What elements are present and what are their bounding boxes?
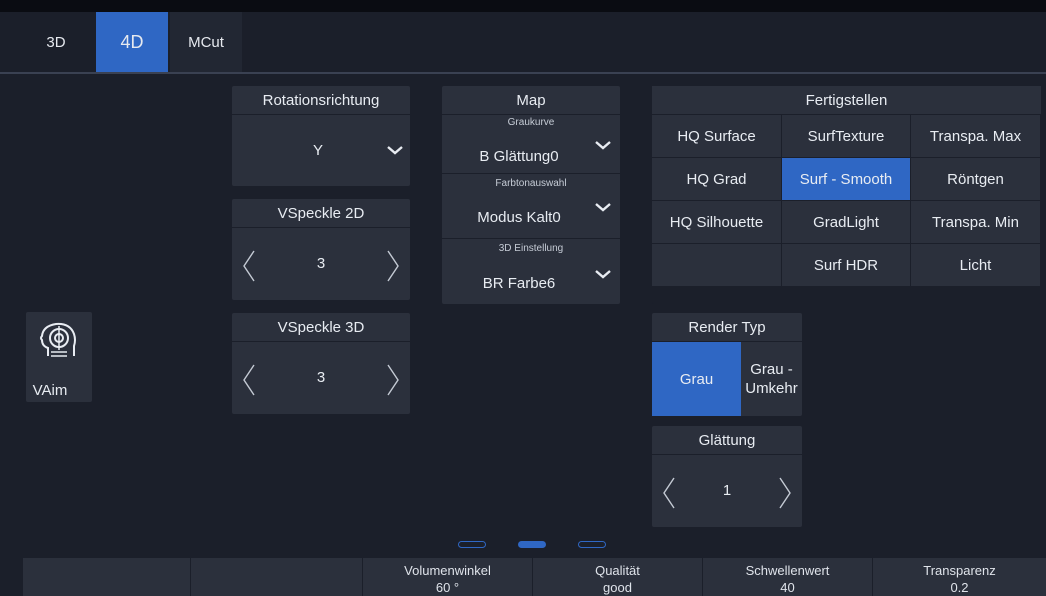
glaettung-value: 1: [722, 482, 732, 499]
render-option-grau[interactable]: Grau: [652, 342, 741, 416]
rotation-title: Rotationsrichtung: [232, 86, 410, 115]
footer-value: good: [603, 580, 632, 595]
footer-value: 40: [780, 580, 795, 595]
vspeckle2d-title: VSpeckle 2D: [232, 199, 410, 228]
footer-label: Volumenwinkel: [404, 563, 491, 578]
fertigstellen-option[interactable]: GradLight: [782, 201, 910, 243]
tab-3d[interactable]: 3D: [20, 12, 92, 72]
vspeckle3d-value: 3: [316, 369, 326, 386]
fertigstellen-option[interactable]: Transpa. Min: [911, 201, 1040, 243]
chevron-right-icon[interactable]: [386, 363, 400, 397]
fertigstellen-option[interactable]: SurfTexture: [782, 115, 910, 157]
farbton-dropdown[interactable]: Farbtonauswahl Modus Kalt0: [442, 175, 620, 239]
map-title: Map: [442, 86, 620, 115]
footer-label: Qualität: [595, 563, 640, 578]
page-dot-2[interactable]: [518, 541, 546, 548]
vaim-head-icon: [40, 322, 76, 357]
chevron-down-icon: [595, 270, 611, 279]
einstellung-value: BR Farbe6: [482, 274, 556, 292]
farbton-label: Farbtonauswahl: [495, 178, 567, 189]
glaettung-title: Glättung: [652, 426, 802, 455]
tab-4d[interactable]: 4D: [96, 12, 168, 72]
chevron-down-icon[interactable]: [386, 144, 404, 156]
render-option-grau-umkehr[interactable]: Grau - Umkehr: [741, 342, 802, 416]
graukurve-label: Graukurve: [507, 117, 555, 128]
vspeckle2d-panel: VSpeckle 2D 3: [232, 199, 410, 300]
graukurve-dropdown[interactable]: Graukurve B Glättung0: [442, 114, 620, 174]
footer-value: 0.2: [950, 580, 969, 595]
fertigstellen-option[interactable]: Surf - Smooth: [782, 158, 910, 200]
chevron-left-icon[interactable]: [242, 249, 256, 283]
chevron-down-icon: [595, 141, 611, 150]
rotation-dropdown[interactable]: Y: [232, 114, 410, 186]
fertigstellen-option[interactable]: Surf HDR: [782, 244, 910, 286]
fertigstellen-option[interactable]: Transpa. Max: [911, 115, 1040, 157]
einstellung-dropdown[interactable]: 3D Einstellung BR Farbe6: [442, 240, 620, 304]
footer-cell[interactable]: Schwellenwert 40: [702, 558, 872, 596]
vspeckle3d-panel: VSpeckle 3D 3: [232, 313, 410, 414]
chevron-right-icon[interactable]: [386, 249, 400, 283]
fertigstellen-option[interactable]: HQ Silhouette: [652, 201, 781, 243]
fertigstellen-option[interactable]: HQ Grad: [652, 158, 781, 200]
rotation-panel: Rotationsrichtung Y: [232, 86, 410, 186]
chevron-down-icon: [595, 203, 611, 212]
page-dot-3[interactable]: [578, 541, 606, 548]
vaim-button[interactable]: VAim: [26, 312, 92, 402]
tab-mcut[interactable]: MCut: [170, 12, 242, 72]
map-panel: Map Graukurve B Glättung0 Farbtonauswahl…: [442, 86, 620, 304]
einstellung-label: 3D Einstellung: [498, 243, 564, 254]
fertigstellen-title: Fertigstellen: [652, 86, 1041, 114]
farbton-value: Modus Kalt0: [477, 208, 561, 226]
fertigstellen-panel: Fertigstellen HQ Surface SurfTexture Trans…: [652, 86, 1041, 304]
footer-label: Transparenz: [923, 563, 996, 578]
fertigstellen-option[interactable]: [652, 244, 781, 286]
glaettung-panel: Glättung 1: [652, 426, 802, 527]
chevron-left-icon[interactable]: [662, 476, 676, 510]
render-typ-title: Render Typ: [652, 313, 802, 342]
footer-cell[interactable]: Transparenz 0.2: [872, 558, 1046, 596]
chevron-left-icon[interactable]: [242, 363, 256, 397]
rotation-value: Y: [312, 141, 323, 159]
fertigstellen-option[interactable]: Röntgen: [911, 158, 1040, 200]
footer-label: Schwellenwert: [745, 563, 830, 578]
render-typ-panel: Render Typ Grau Grau - Umkehr: [652, 313, 802, 416]
footer-cell[interactable]: Qualität good: [532, 558, 702, 596]
footer-value: 60 °: [435, 580, 460, 595]
page-dot-1[interactable]: [458, 541, 486, 548]
footer-cell[interactable]: Volumenwinkel 60 °: [362, 558, 532, 596]
fertigstellen-option[interactable]: Licht: [911, 244, 1040, 286]
top-strip: [0, 0, 1046, 12]
footer-cell[interactable]: [22, 558, 190, 596]
graukurve-value: B Glättung0: [479, 147, 559, 165]
vaim-label: VAim: [32, 382, 68, 399]
footer-cell[interactable]: [190, 558, 362, 596]
vspeckle3d-title: VSpeckle 3D: [232, 313, 410, 342]
fertigstellen-option[interactable]: HQ Surface: [652, 115, 781, 157]
chevron-right-icon[interactable]: [778, 476, 792, 510]
vspeckle2d-value: 3: [316, 255, 326, 272]
